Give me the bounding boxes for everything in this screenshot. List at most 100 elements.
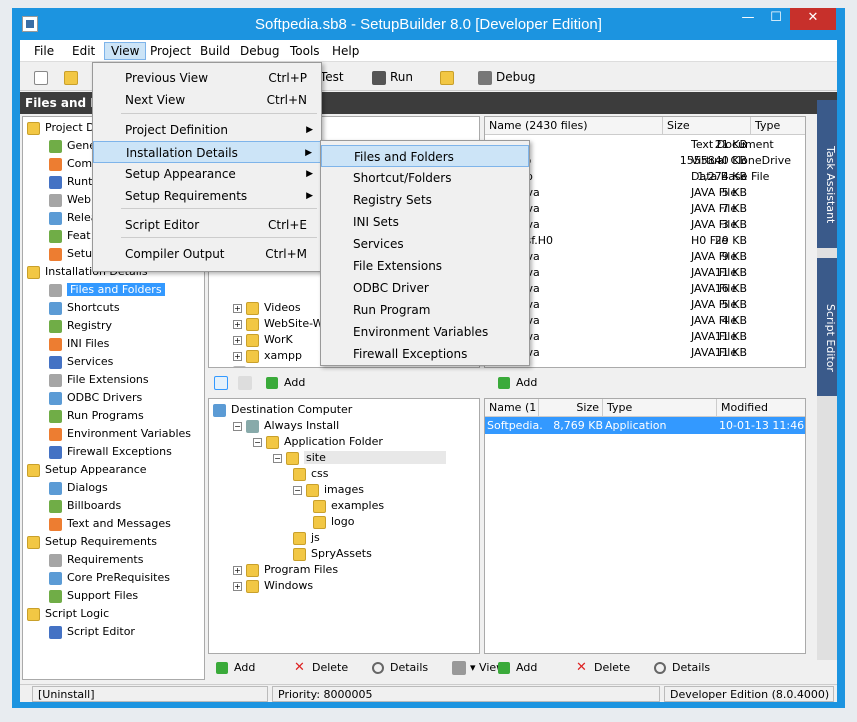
submenu-files-and-folders[interactable]: Files and Folders [321, 145, 529, 167]
column-header-size[interactable]: Size [663, 117, 751, 135]
submenu-firewall-exceptions[interactable]: Firewall Exceptions [321, 343, 529, 365]
menu-project[interactable]: Project [144, 42, 197, 60]
maximize-button[interactable]: ☐ [762, 8, 790, 30]
file-cell[interactable]: Virtual CloneDrive [691, 153, 791, 169]
view-menu-setup-appearance[interactable]: Setup Appearance ▶ [93, 163, 321, 185]
tree-item-services[interactable]: Services [49, 353, 113, 371]
expand-icon[interactable]: + [233, 303, 242, 313]
tree-item-odbc-drivers[interactable]: ODBC Drivers [49, 389, 142, 407]
submenu-file-extensions[interactable]: File Extensions [321, 255, 529, 277]
tree-view-icon[interactable] [214, 373, 232, 393]
file-details-button[interactable]: Details [654, 658, 710, 678]
tree-item-firewall-exceptions[interactable]: Firewall Exceptions [49, 443, 172, 461]
submenu-ini-sets[interactable]: INI Sets [321, 211, 529, 233]
menu-view[interactable]: View [104, 42, 147, 60]
view-menu-setup-requirements[interactable]: Setup Requirements ▶ [93, 185, 321, 207]
file-cell[interactable]: JAVA File [691, 265, 737, 281]
tree-item-files-and-folders[interactable]: Files and Folders [49, 281, 165, 299]
file-cell[interactable]: JAVA File [691, 329, 737, 345]
tree-item-registry[interactable]: Registry [49, 317, 112, 335]
tree-item-core-prerequisites[interactable]: Core PreRequisites [49, 569, 170, 587]
tree-item-runt[interactable]: Runt [49, 173, 92, 191]
submenu-registry-sets[interactable]: Registry Sets [321, 189, 529, 211]
view-menu-installation-details[interactable]: Installation Details ▶ [93, 141, 321, 163]
close-button[interactable]: ✕ [790, 8, 836, 30]
title-bar[interactable]: Softpedia.sb8 - SetupBuilder 8.0 [Develo… [12, 8, 845, 40]
submenu-services[interactable]: Services [321, 233, 529, 255]
view-menu-compiler-output[interactable]: Compiler Output Ctrl+M [93, 243, 321, 265]
build-icon[interactable] [440, 67, 458, 87]
tree-item-support-files[interactable]: Support Files [49, 587, 138, 605]
file-cell[interactable]: JAVA File [691, 217, 737, 233]
tree-item-billboards[interactable]: Billboards [49, 497, 121, 515]
file-cell[interactable]: JAVA File [691, 313, 737, 329]
expand-icon[interactable]: + [233, 351, 242, 361]
expand-icon[interactable]: − [233, 421, 242, 431]
tree-item-run-programs[interactable]: Run Programs [49, 407, 144, 425]
tree-item-text-and-messages[interactable]: Text and Messages [49, 515, 171, 533]
tree-item-project-d[interactable]: Project D [27, 119, 95, 137]
file-cell[interactable]: JAVA File [691, 201, 737, 217]
file-cell[interactable]: JAVA File [691, 281, 737, 297]
column-header-type[interactable]: Type [751, 117, 805, 135]
add-button[interactable]: Add [216, 658, 255, 678]
folder-item-e[interactable]: (E:) [233, 363, 270, 367]
view-menu-script-editor[interactable]: Script Editor Ctrl+E [93, 214, 321, 236]
test-button[interactable]: Test [320, 67, 344, 87]
expand-icon[interactable]: − [293, 485, 302, 495]
tree-item-environment-variables[interactable]: Environment Variables [49, 425, 191, 443]
view-menu-project-definition[interactable]: Project Definition ▶ [93, 119, 321, 141]
destination-files[interactable]: Name (1 fSizeTypeModified Softpedia. 8,769… [484, 398, 806, 654]
file-cell[interactable]: Text Document [691, 137, 774, 153]
file-cell[interactable]: JAVA File [691, 345, 737, 361]
tree-item-relea[interactable]: Relea [49, 209, 97, 227]
submenu-odbc-driver[interactable]: ODBC Driver [321, 277, 529, 299]
destination-tree[interactable]: Destination Computer − Always Install − Appl… [208, 398, 480, 654]
expand-icon[interactable]: + [233, 581, 242, 591]
menu-file[interactable]: File [28, 42, 60, 60]
tree-item-dialogs[interactable]: Dialogs [49, 479, 108, 497]
debug-button[interactable]: Debug [478, 67, 535, 87]
submenu-run-program[interactable]: Run Program [321, 299, 529, 321]
tree-item-ini-files[interactable]: INI Files [49, 335, 109, 353]
tree-item-script-editor[interactable]: Script Editor [49, 623, 135, 641]
tree-item-setup-requirements[interactable]: Setup Requirements [27, 533, 157, 551]
details-button[interactable]: Details [372, 658, 428, 678]
menu-build[interactable]: Build [194, 42, 236, 60]
expand-icon[interactable]: + [233, 565, 242, 575]
menu-debug[interactable]: Debug [234, 42, 285, 60]
tree-item-file-extensions[interactable]: File Extensions [49, 371, 149, 389]
add-file-button-bottom[interactable]: Add [498, 658, 537, 678]
tree-item-web[interactable]: Web [49, 191, 91, 209]
file-list[interactable]: Name (2430 files)SizeTypext21 KBText Doc… [484, 116, 806, 368]
task-assistant-tab[interactable]: Task Assistant [817, 100, 837, 248]
dest-column-size[interactable]: Size [539, 399, 603, 417]
delete-button[interactable]: ✕ Delete [294, 658, 348, 678]
submenu-environment-variables[interactable]: Environment Variables [321, 321, 529, 343]
script-editor-tab[interactable]: Script Editor [817, 258, 837, 396]
open-icon[interactable] [64, 67, 82, 87]
tree-item-setup-appearance[interactable]: Setup Appearance [27, 461, 147, 479]
tree-item-feat[interactable]: Feat [49, 227, 91, 245]
run-button[interactable]: Run [372, 67, 413, 87]
tree-item-gene[interactable]: Gene [49, 137, 96, 155]
tree-item-requirements[interactable]: Requirements [49, 551, 143, 569]
file-cell[interactable]: H0 File [691, 233, 728, 249]
new-icon[interactable] [34, 67, 52, 87]
column-header-name-2430-files[interactable]: Name (2430 files) [485, 117, 663, 135]
submenu-shortcut-folders[interactable]: Shortcut/Folders [321, 167, 529, 189]
file-cell[interactable]: JAVA File [691, 297, 737, 313]
dest-item-windows[interactable]: + Windows [233, 577, 313, 595]
delete-file-button[interactable]: ✕ Delete [576, 658, 630, 678]
tree-item-script-logic[interactable]: Script Logic [27, 605, 109, 623]
file-cell[interactable]: Data Base File [691, 169, 769, 185]
add-file-button[interactable]: Add [498, 373, 537, 393]
file-cell[interactable]: JAVA File [691, 249, 737, 265]
dest-column-name-1-f[interactable]: Name (1 f [485, 399, 539, 432]
expand-icon[interactable]: − [273, 453, 282, 463]
menu-help[interactable]: Help [326, 42, 365, 60]
view-menu-previous-view[interactable]: Previous View Ctrl+P [93, 67, 321, 89]
dest-column-modified[interactable]: Modified [717, 399, 805, 417]
tree-item-shortcuts[interactable]: Shortcuts [49, 299, 120, 317]
add-dest-button[interactable]: Add [266, 373, 305, 393]
